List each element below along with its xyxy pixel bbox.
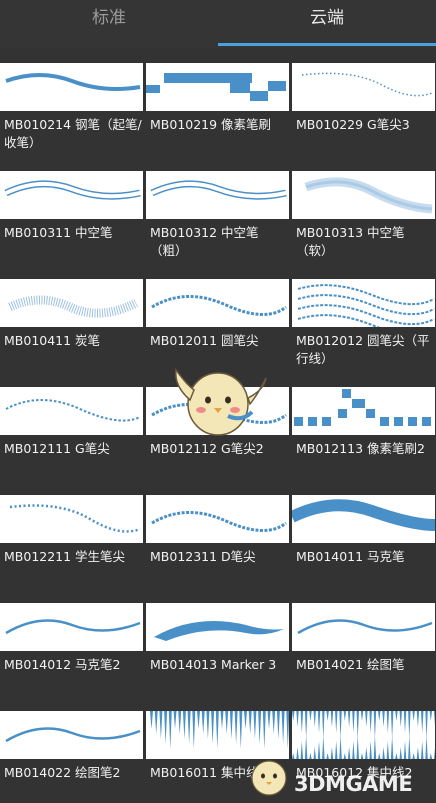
brush-label: MB010214 钢笔（起笔/收笔） — [4, 117, 142, 150]
brush-preview[interactable] — [146, 603, 289, 651]
brush-item[interactable]: MB012113 像素笔刷2 — [292, 372, 435, 480]
brush-preview[interactable] — [146, 495, 289, 543]
brush-label: MB010311 中空笔 — [4, 225, 113, 240]
brush-label: MB012011 圆笔尖 — [150, 333, 259, 348]
brush-preview[interactable] — [0, 279, 143, 327]
brush-label: MB012113 像素笔刷2 — [296, 441, 426, 456]
brush-label: MB012111 G笔尖 — [4, 441, 110, 456]
brush-label: MB014012 马克笔2 — [4, 657, 121, 672]
brush-preview[interactable] — [146, 279, 289, 327]
brush-label: MB014011 马克笔 — [296, 549, 405, 564]
brush-preview[interactable] — [0, 603, 143, 651]
brush-preview[interactable] — [146, 171, 289, 219]
brush-item[interactable]: MB010312 中空笔（粗） — [146, 156, 289, 264]
brush-label: MB010313 中空笔（软） — [296, 225, 405, 258]
active-tab-indicator — [218, 43, 436, 46]
brush-item[interactable]: MB014011 马克笔 — [292, 480, 435, 588]
tab-standard[interactable]: 标准 — [0, 0, 218, 48]
brush-item[interactable]: MB014013 Marker 3 — [146, 588, 289, 696]
brush-item[interactable]: MB010311 中空笔 — [0, 156, 143, 264]
brush-label: MB010312 中空笔（粗） — [150, 225, 259, 258]
brush-preview[interactable] — [0, 711, 143, 759]
brush-preview[interactable] — [0, 387, 143, 435]
brush-label: MB012112 G笔尖2 — [150, 441, 264, 456]
brush-item[interactable]: MB010219 像素笔刷 — [146, 48, 289, 156]
brush-item[interactable]: MB014022 绘图笔2 — [0, 696, 143, 803]
brush-label: MB010229 G笔尖3 — [296, 117, 410, 132]
brush-label: MB010219 像素笔刷 — [150, 117, 272, 132]
brush-preview[interactable] — [292, 63, 435, 111]
brush-preview[interactable] — [292, 171, 435, 219]
brush-preview[interactable] — [0, 63, 143, 111]
brush-preview[interactable] — [146, 63, 289, 111]
brush-item[interactable]: MB012211 学生笔尖 — [0, 480, 143, 588]
brush-label: MB014021 绘图笔 — [296, 657, 405, 672]
brush-item[interactable]: MB012311 D笔尖 — [146, 480, 289, 588]
brush-item[interactable]: MB014012 马克笔2 — [0, 588, 143, 696]
brush-label: MB014022 绘图笔2 — [4, 765, 121, 780]
brush-item[interactable]: MB010411 炭笔 — [0, 264, 143, 372]
mascot-small-icon — [251, 760, 287, 796]
tab-cloud[interactable]: 云端 — [218, 0, 436, 48]
brush-preview[interactable] — [292, 711, 435, 759]
brush-preview[interactable] — [292, 387, 435, 435]
brush-item[interactable]: MB012011 圆笔尖 — [146, 264, 289, 372]
brush-item[interactable]: MB010313 中空笔（软） — [292, 156, 435, 264]
brush-item[interactable]: MB010229 G笔尖3 — [292, 48, 435, 156]
brush-label: MB012012 圆笔尖（平行线） — [296, 333, 430, 366]
brush-label: MB012311 D笔尖 — [150, 549, 256, 564]
brush-label: MB010411 炭笔 — [4, 333, 101, 348]
brush-preview[interactable] — [0, 171, 143, 219]
brush-preview[interactable] — [292, 495, 435, 543]
brush-item[interactable]: MB010214 钢笔（起笔/收笔） — [0, 48, 143, 156]
brush-item[interactable]: MB014021 绘图笔 — [292, 588, 435, 696]
mascot-chick-icon — [175, 368, 267, 436]
brush-label: MB012211 学生笔尖 — [4, 549, 126, 564]
watermark: 3DMGAME — [294, 772, 413, 796]
brush-item[interactable]: MB012012 圆笔尖（平行线） — [292, 264, 435, 372]
brush-preview[interactable] — [292, 603, 435, 651]
brush-preview[interactable] — [292, 279, 435, 327]
brush-preview[interactable] — [0, 495, 143, 543]
brush-label: MB014013 Marker 3 — [150, 657, 277, 672]
brush-item[interactable]: MB012111 G笔尖 — [0, 372, 143, 480]
tab-bar: 标准 云端 — [0, 0, 436, 48]
